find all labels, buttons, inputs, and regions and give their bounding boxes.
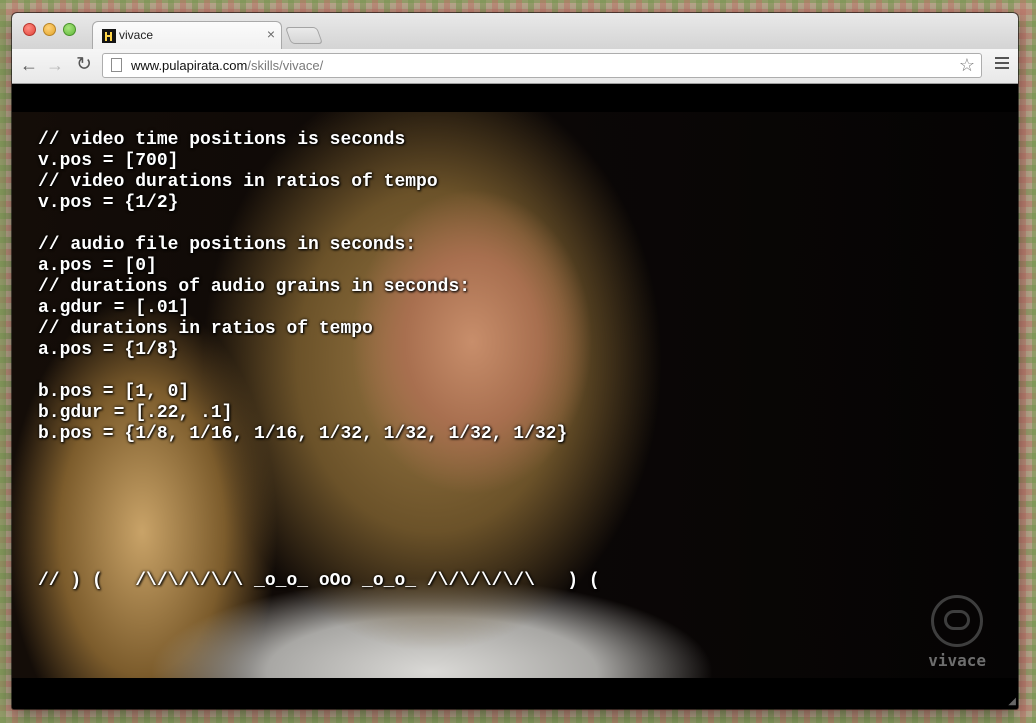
menu-icon[interactable]: [995, 54, 1009, 76]
tab-close-icon[interactable]: ×: [267, 26, 275, 42]
tab-title: vivace: [119, 28, 154, 42]
maximize-window-button[interactable]: [63, 23, 76, 36]
ascii-art-line: // ) ( /\/\/\/\/\ _o_o_ oOo _o_o_ /\/\/\…: [38, 571, 600, 591]
url-path: /skills/vivace/: [247, 58, 324, 73]
channel-watermark: vivace: [928, 595, 986, 670]
reload-icon[interactable]: ↻: [73, 54, 95, 76]
url-host: www.pulapirata.com: [131, 58, 248, 73]
globe-logo-icon: [931, 595, 984, 647]
code-line: v.pos = {1/2}: [38, 193, 179, 213]
code-line: a.pos = {1/8}: [38, 340, 179, 360]
code-line: // durations of audio grains in seconds:: [38, 277, 471, 297]
watermark-text: vivace: [928, 651, 986, 670]
pirate-favicon-icon: [102, 29, 116, 43]
browser-toolbar: ← → ↻ www.pulapirata.com/skills/vivace/ …: [12, 49, 1018, 84]
title-bar: vivace ×: [12, 13, 1018, 49]
code-line: b.pos = {1/8, 1/16, 1/16, 1/32, 1/32, 1/…: [38, 424, 568, 444]
code-line: // video time positions is seconds: [38, 130, 406, 150]
page-icon: [111, 58, 122, 72]
code-line: a.gdur = [.01]: [38, 298, 190, 318]
back-arrow-icon[interactable]: ←: [18, 54, 40, 76]
minimize-window-button[interactable]: [43, 23, 56, 36]
code-overlay: // video time positions is seconds v.pos …: [38, 130, 567, 445]
new-tab-button[interactable]: [284, 27, 324, 44]
code-line: b.pos = [1, 0]: [38, 382, 190, 402]
address-bar[interactable]: www.pulapirata.com/skills/vivace/ ☆: [102, 53, 982, 78]
star-icon[interactable]: ☆: [959, 55, 975, 76]
code-line: // audio file positions in seconds:: [38, 235, 417, 255]
code-line: b.gdur = [.22, .1]: [38, 403, 233, 423]
tab-vivace[interactable]: vivace ×: [92, 21, 282, 49]
forward-arrow-icon[interactable]: →: [44, 54, 66, 76]
code-line: a.pos = [0]: [38, 256, 157, 276]
resize-grip-icon[interactable]: ◢: [1008, 696, 1016, 707]
close-window-button[interactable]: [23, 23, 36, 36]
page-content: vivace // video time positions is second…: [12, 84, 1018, 709]
code-line: // video durations in ratios of tempo: [38, 172, 438, 192]
code-line: v.pos = [700]: [38, 151, 179, 171]
code-line: // durations in ratios of tempo: [38, 319, 373, 339]
browser-window: vivace × ← → ↻ www.pulapirata.com/skills…: [12, 13, 1018, 709]
url-text[interactable]: www.pulapirata.com/skills/vivace/: [131, 58, 323, 73]
